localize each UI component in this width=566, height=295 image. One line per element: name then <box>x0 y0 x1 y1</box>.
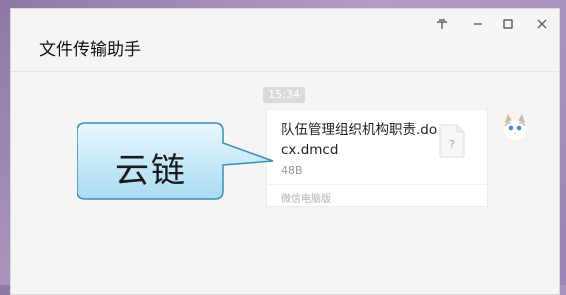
close-button[interactable] <box>531 15 553 33</box>
unknown-file-icon: ? <box>439 124 465 158</box>
window-title: 文件传输助手 <box>39 40 141 60</box>
pin-button[interactable] <box>431 15 453 33</box>
pin-icon <box>437 19 447 29</box>
chat-window: 文件传输助手 15:34 队伍管理组织机构职责.docx.dmcd 48B 微信 <box>10 8 560 295</box>
callout-text: 云链 <box>115 151 187 191</box>
svg-text:?: ? <box>449 138 455 151</box>
maximize-icon <box>503 19 513 29</box>
maximize-button[interactable] <box>497 15 519 33</box>
minimize-button[interactable] <box>467 15 489 33</box>
window-header: 文件传输助手 <box>11 9 559 72</box>
callout-annotation: 云链 <box>76 121 307 207</box>
minimize-icon <box>474 23 482 25</box>
message-timestamp: 15:34 <box>263 87 305 103</box>
close-icon <box>537 19 547 29</box>
cat-avatar-icon <box>499 111 531 143</box>
cat-avatar[interactable] <box>499 111 531 143</box>
